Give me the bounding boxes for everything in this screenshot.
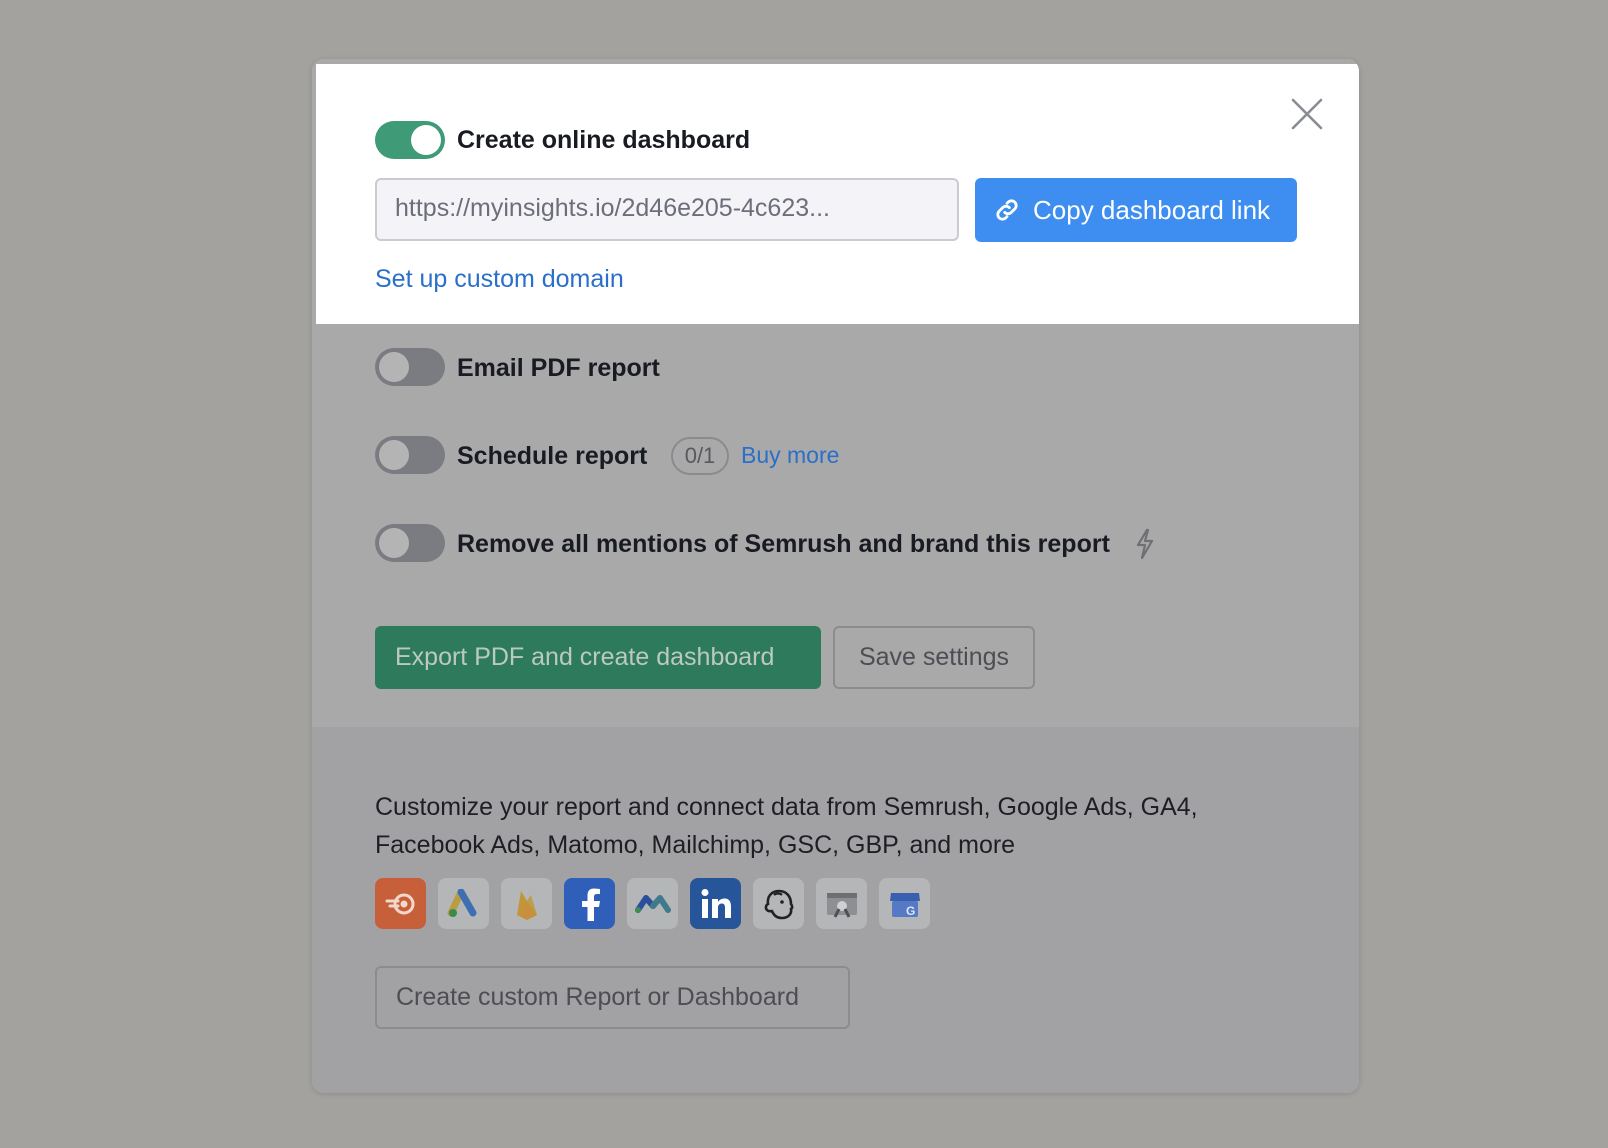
mailchimp-icon [753, 878, 804, 929]
save-settings-button[interactable]: Save settings [833, 626, 1035, 689]
create-dashboard-toggle[interactable] [375, 121, 445, 159]
schedule-report-toggle[interactable] [375, 436, 445, 474]
toggle-knob [379, 352, 409, 382]
dashboard-url-field[interactable]: https://myinsights.io/2d46e205-4c623... [375, 178, 959, 241]
link-icon [996, 199, 1018, 221]
schedule-quota-badge: 0/1 [671, 437, 729, 475]
email-pdf-toggle[interactable] [375, 348, 445, 386]
matomo-icon [627, 878, 678, 929]
integrations-description: Customize your report and connect data f… [375, 793, 1198, 859]
close-icon[interactable] [1290, 97, 1324, 131]
toggle-knob [379, 440, 409, 470]
create-custom-report-button[interactable]: Create custom Report or Dashboard [375, 966, 850, 1029]
lightning-icon [1134, 528, 1156, 560]
svg-text:G: G [906, 904, 915, 918]
create-dashboard-label: Create online dashboard [457, 126, 751, 154]
buy-more-link[interactable]: Buy more [741, 442, 839, 469]
white-label-toggle[interactable] [375, 524, 445, 562]
integrations-icons-row: G [375, 878, 930, 929]
firebase-icon [501, 878, 552, 929]
export-pdf-and-create-dashboard-button[interactable]: Export PDF and create dashboard [375, 626, 821, 689]
semrush-icon [375, 878, 426, 929]
google-ads-icon [438, 878, 489, 929]
white-label-label: Remove all mentions of Semrush and brand… [457, 530, 1110, 558]
set-up-custom-domain-link[interactable]: Set up custom domain [375, 265, 624, 294]
toggle-knob [379, 528, 409, 558]
toggle-knob [411, 125, 441, 155]
email-pdf-label: Email PDF report [457, 354, 660, 382]
copy-dashboard-link-button[interactable]: Copy dashboard link [975, 178, 1297, 242]
facebook-icon [564, 878, 615, 929]
google-business-profile-icon: G [879, 878, 930, 929]
copy-dashboard-link-label: Copy dashboard link [1033, 194, 1271, 225]
search-console-icon [816, 878, 867, 929]
linkedin-icon [690, 878, 741, 929]
schedule-report-label: Schedule report [457, 442, 648, 470]
